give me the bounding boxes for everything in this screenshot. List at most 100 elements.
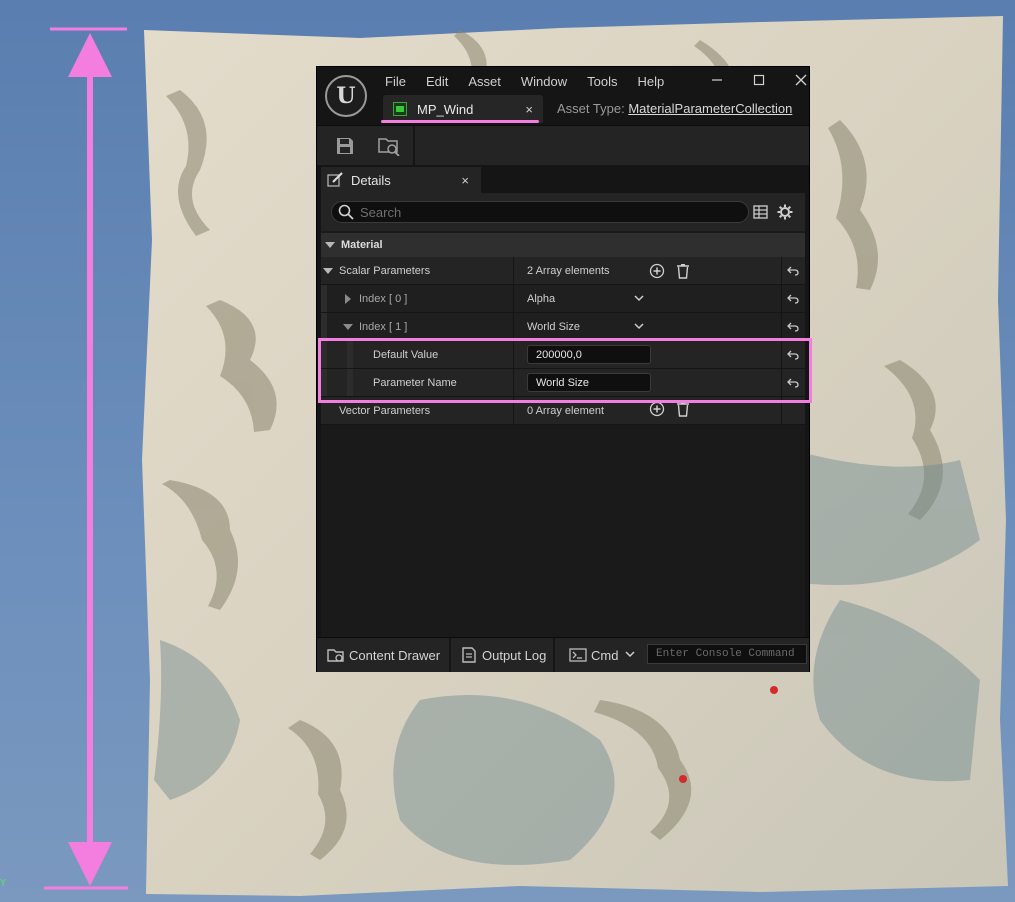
details-tab[interactable]: Details × bbox=[321, 167, 481, 193]
asset-type-link[interactable]: MaterialParameterCollection bbox=[628, 101, 792, 116]
status-bar: Content Drawer Output Log Cmd bbox=[317, 637, 809, 672]
scalar-parameters-label: Scalar Parameters bbox=[339, 264, 431, 277]
close-window-button[interactable] bbox=[781, 69, 821, 91]
reset-to-default-icon[interactable] bbox=[785, 341, 801, 368]
reset-to-default-icon[interactable] bbox=[785, 257, 801, 284]
indent-guide bbox=[321, 341, 327, 368]
add-element-icon[interactable] bbox=[649, 263, 665, 279]
output-log-button[interactable]: Output Log bbox=[461, 638, 546, 672]
delete-all-icon[interactable] bbox=[675, 263, 691, 279]
console-command-input[interactable] bbox=[654, 647, 806, 661]
column-splitter bbox=[781, 397, 782, 424]
console-command-box[interactable] bbox=[647, 644, 807, 664]
save-icon bbox=[337, 138, 353, 154]
scalar-parameters-row[interactable]: Scalar Parameters 2 Array elements bbox=[321, 257, 805, 285]
search-input[interactable] bbox=[358, 203, 732, 221]
chevron-down-icon bbox=[625, 651, 635, 658]
default-value-input[interactable]: 200000,0 bbox=[527, 345, 651, 364]
menu-bar: File Edit Asset Window Tools Help bbox=[375, 71, 674, 93]
expand-icon[interactable] bbox=[345, 294, 351, 304]
menu-window[interactable]: Window bbox=[511, 71, 577, 93]
toolbar bbox=[317, 125, 809, 166]
reset-arrow-icon bbox=[787, 266, 799, 276]
minimize-icon bbox=[712, 79, 722, 81]
statusbar-divider bbox=[553, 638, 555, 672]
menu-file[interactable]: File bbox=[375, 71, 416, 93]
index-0-value: Alpha bbox=[527, 292, 556, 305]
index-1-label: Index [ 1 ] bbox=[359, 320, 408, 333]
settings-gear-icon[interactable] bbox=[777, 204, 793, 220]
content-drawer-label: Content Drawer bbox=[349, 647, 441, 663]
details-pencil-icon bbox=[327, 172, 343, 187]
terminal-icon bbox=[569, 648, 587, 662]
column-splitter[interactable] bbox=[513, 313, 514, 340]
column-splitter[interactable] bbox=[513, 341, 514, 368]
asset-tab-close-icon[interactable]: × bbox=[525, 102, 533, 117]
reset-to-default-icon[interactable] bbox=[785, 369, 801, 396]
column-splitter[interactable] bbox=[513, 369, 514, 396]
search-icon bbox=[338, 204, 354, 220]
browse-button[interactable] bbox=[375, 132, 403, 160]
indent-guide bbox=[321, 369, 327, 396]
index-0-row[interactable]: Index [ 0 ] Alpha bbox=[321, 285, 805, 313]
content-drawer-button[interactable]: Content Drawer bbox=[327, 638, 440, 672]
unreal-logo-icon[interactable]: U bbox=[325, 75, 367, 117]
expand-icon[interactable] bbox=[343, 324, 353, 330]
chevron-down-icon[interactable] bbox=[633, 322, 645, 332]
column-splitter bbox=[781, 341, 782, 368]
menu-tools[interactable]: Tools bbox=[577, 71, 627, 93]
material-parameter-collection-icon bbox=[393, 102, 407, 116]
category-label: Material bbox=[341, 239, 383, 251]
column-splitter bbox=[781, 285, 782, 312]
title-bar[interactable]: U File Edit Asset Window Tools Help MP_W… bbox=[317, 67, 809, 125]
column-splitter[interactable] bbox=[513, 257, 514, 284]
vector-parameters-row[interactable]: Vector Parameters 0 Array element bbox=[321, 397, 805, 425]
menu-help[interactable]: Help bbox=[627, 71, 674, 93]
column-splitter bbox=[781, 369, 782, 396]
material-parameter-collection-window: U File Edit Asset Window Tools Help MP_W… bbox=[316, 66, 810, 672]
indent-guide bbox=[321, 285, 327, 312]
category-material[interactable]: Material bbox=[321, 233, 805, 257]
category-expand-icon bbox=[325, 242, 335, 248]
reset-to-default-icon[interactable] bbox=[785, 313, 801, 340]
vector-parameters-label: Vector Parameters bbox=[339, 404, 431, 417]
search-box[interactable] bbox=[331, 201, 749, 223]
index-0-label: Index [ 0 ] bbox=[359, 292, 408, 305]
content-drawer-icon bbox=[327, 649, 344, 662]
column-splitter bbox=[781, 313, 782, 340]
cmd-label: Cmd bbox=[591, 647, 619, 663]
details-panel: Material Scalar Parameters 2 Array eleme… bbox=[321, 193, 805, 637]
asset-tab-label: MP_Wind bbox=[417, 101, 474, 117]
add-element-icon[interactable] bbox=[649, 401, 665, 417]
reset-arrow-icon bbox=[787, 294, 799, 304]
index-1-row[interactable]: Index [ 1 ] World Size bbox=[321, 313, 805, 341]
maximize-button[interactable] bbox=[739, 69, 779, 91]
indent-guide bbox=[347, 341, 353, 368]
column-splitter[interactable] bbox=[513, 397, 514, 424]
details-tab-close-icon[interactable]: × bbox=[461, 173, 469, 188]
reset-to-default-icon[interactable] bbox=[785, 285, 801, 312]
statusbar-divider bbox=[449, 638, 451, 672]
save-button[interactable] bbox=[331, 132, 359, 160]
menu-asset[interactable]: Asset bbox=[458, 71, 511, 93]
asset-tab[interactable]: MP_Wind × bbox=[383, 95, 543, 123]
minimize-button[interactable] bbox=[697, 69, 737, 91]
parameter-name-row[interactable]: Parameter Name World Size bbox=[321, 369, 805, 397]
browse-folder-icon bbox=[378, 138, 400, 156]
reset-arrow-icon bbox=[787, 378, 799, 388]
parameter-name-input[interactable]: World Size bbox=[527, 373, 651, 392]
asset-type-label: Asset Type: bbox=[557, 101, 625, 116]
maximize-icon bbox=[753, 74, 765, 86]
expand-icon[interactable] bbox=[323, 268, 333, 274]
chevron-down-icon[interactable] bbox=[633, 294, 645, 304]
menu-edit[interactable]: Edit bbox=[416, 71, 458, 93]
delete-all-icon[interactable] bbox=[675, 401, 691, 417]
viewport-axis-label: Y bbox=[0, 878, 7, 889]
column-splitter[interactable] bbox=[513, 285, 514, 312]
close-icon bbox=[795, 74, 807, 86]
column-splitter bbox=[781, 257, 782, 284]
default-value-row[interactable]: Default Value 200000,0 bbox=[321, 341, 805, 369]
cmd-dropdown[interactable]: Cmd bbox=[569, 638, 636, 672]
table-view-icon[interactable] bbox=[753, 204, 769, 220]
output-log-label: Output Log bbox=[482, 647, 547, 663]
